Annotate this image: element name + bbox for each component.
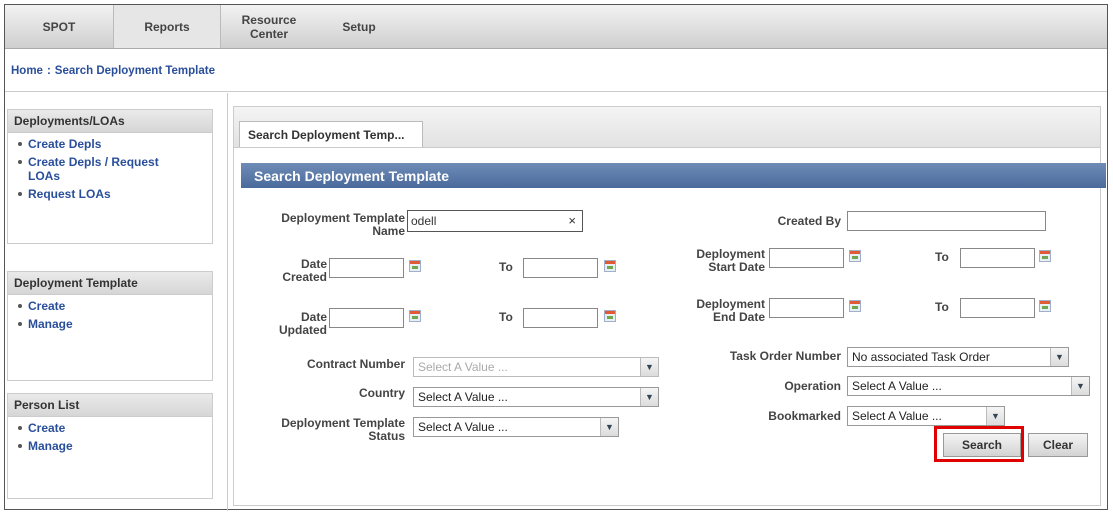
contract-number-label: Contract Number: [306, 357, 405, 371]
calendar-icon[interactable]: [409, 310, 421, 322]
sidebar-item-person-manage[interactable]: Manage: [16, 439, 212, 453]
template-name-label: Deployment Template Name: [281, 211, 405, 238]
chevron-down-icon[interactable]: ▼: [600, 418, 618, 436]
created-by-input[interactable]: [847, 211, 1046, 231]
tab-search-deployment-template[interactable]: Search Deployment Temp...: [239, 121, 423, 147]
template-name-value: odell: [411, 214, 437, 228]
calendar-icon[interactable]: [849, 250, 861, 262]
date-created-from-input[interactable]: [329, 258, 404, 278]
operation-value: Select A Value ...: [852, 379, 942, 393]
chevron-down-icon[interactable]: ▼: [1050, 348, 1068, 366]
template-status-label: Deployment Template Status: [281, 416, 405, 443]
sidebar-section-title: Deployment Template: [8, 272, 212, 295]
country-select[interactable]: Select A Value ... ▼: [413, 387, 659, 407]
date-created-to-input[interactable]: [523, 258, 598, 278]
to-label: To: [935, 250, 949, 264]
date-updated-from-input[interactable]: [329, 308, 404, 328]
date-created-label: Date Created: [282, 257, 327, 284]
bookmarked-value: Select A Value ...: [852, 409, 942, 423]
tab-spot-label: SPOT: [42, 19, 76, 34]
tab-setup-label: Setup: [342, 19, 376, 34]
chevron-down-icon[interactable]: ▼: [1071, 377, 1089, 395]
contract-number-value: Select A Value ...: [418, 360, 508, 374]
to-label: To: [499, 260, 513, 274]
sidebar: Deployments/LOAs Create Depls Create Dep…: [5, 93, 227, 509]
contract-number-select[interactable]: Select A Value ... ▼: [413, 357, 659, 377]
sidebar-item-create-depls[interactable]: Create Depls: [16, 137, 212, 151]
chevron-down-icon[interactable]: ▼: [986, 407, 1004, 425]
calendar-icon[interactable]: [409, 260, 421, 272]
highlight-box: [934, 426, 1024, 462]
task-order-select[interactable]: No associated Task Order ▼: [847, 347, 1069, 367]
chevron-down-icon[interactable]: ▼: [640, 358, 658, 376]
operation-select[interactable]: Select A Value ... ▼: [847, 376, 1090, 396]
end-date-to-input[interactable]: [960, 298, 1035, 318]
start-date-to-input[interactable]: [960, 248, 1035, 268]
breadcrumb-separator: :: [46, 65, 51, 77]
tab-strip: Search Deployment Temp...: [234, 107, 1100, 148]
template-status-value: Select A Value ...: [418, 420, 508, 434]
tab-reports-label: Reports: [144, 19, 190, 34]
end-date-from-input[interactable]: [769, 298, 844, 318]
template-status-select[interactable]: Select A Value ... ▼: [413, 417, 619, 437]
breadcrumb-current: Search Deployment Template: [54, 65, 215, 77]
sidebar-item-request-loas[interactable]: Request LOAs: [16, 187, 212, 201]
form-title: Search Deployment Template: [241, 163, 1106, 188]
tab-setup[interactable]: Setup: [319, 5, 399, 48]
calendar-icon[interactable]: [604, 260, 616, 272]
column-divider: [227, 93, 228, 511]
tab-resource-center[interactable]: Resource Center: [219, 5, 319, 48]
clear-button[interactable]: Clear: [1028, 433, 1088, 457]
bookmarked-select[interactable]: Select A Value ... ▼: [847, 406, 1005, 426]
divider: [5, 91, 1107, 92]
task-order-number-label: Task Order Number: [729, 349, 841, 363]
deployment-start-date-label: Deployment Start Date: [696, 247, 765, 274]
sidebar-section-title: Deployments/LOAs: [8, 110, 212, 133]
sidebar-section-title: Person List: [8, 394, 212, 417]
clear-x-icon[interactable]: ×: [568, 213, 576, 228]
date-updated-label: Date Updated: [279, 310, 327, 337]
sidebar-item-template-manage[interactable]: Manage: [16, 317, 212, 331]
country-value: Select A Value ...: [418, 390, 508, 404]
calendar-icon[interactable]: [604, 310, 616, 322]
to-label: To: [935, 300, 949, 314]
country-label: Country: [359, 386, 405, 400]
calendar-icon[interactable]: [849, 300, 861, 312]
sidebar-section-deployments: Deployments/LOAs Create Depls Create Dep…: [7, 109, 213, 244]
task-order-value: No associated Task Order: [852, 350, 990, 364]
breadcrumb-home-link[interactable]: Home: [11, 65, 43, 77]
app-window: SPOT Reports Resource Center Setup Home …: [4, 4, 1108, 511]
sidebar-item-create-depls-request-loas[interactable]: Create Depls / Request LOAs: [16, 155, 188, 183]
chevron-down-icon[interactable]: ▼: [640, 388, 658, 406]
template-name-input[interactable]: odell ×: [407, 210, 583, 232]
start-date-from-input[interactable]: [769, 248, 844, 268]
operation-label: Operation: [784, 379, 841, 393]
deployment-end-date-label: Deployment End Date: [696, 297, 765, 324]
date-updated-to-input[interactable]: [523, 308, 598, 328]
calendar-icon[interactable]: [1039, 300, 1051, 312]
breadcrumb: Home : Search Deployment Template: [5, 61, 215, 81]
tab-resource-center-label: Resource Center: [241, 12, 297, 41]
created-by-label: Created By: [777, 214, 841, 228]
sidebar-item-person-create[interactable]: Create: [16, 421, 212, 435]
sidebar-section-deployment-template: Deployment Template Create Manage: [7, 271, 213, 381]
tab-reports[interactable]: Reports: [113, 5, 221, 48]
sidebar-item-template-create[interactable]: Create: [16, 299, 212, 313]
bookmarked-label: Bookmarked: [768, 409, 841, 423]
calendar-icon[interactable]: [1039, 250, 1051, 262]
sidebar-section-person-list: Person List Create Manage: [7, 393, 213, 499]
tab-spot[interactable]: SPOT: [5, 5, 113, 48]
to-label: To: [499, 310, 513, 324]
top-nav-bar: SPOT Reports Resource Center Setup: [5, 5, 1107, 49]
